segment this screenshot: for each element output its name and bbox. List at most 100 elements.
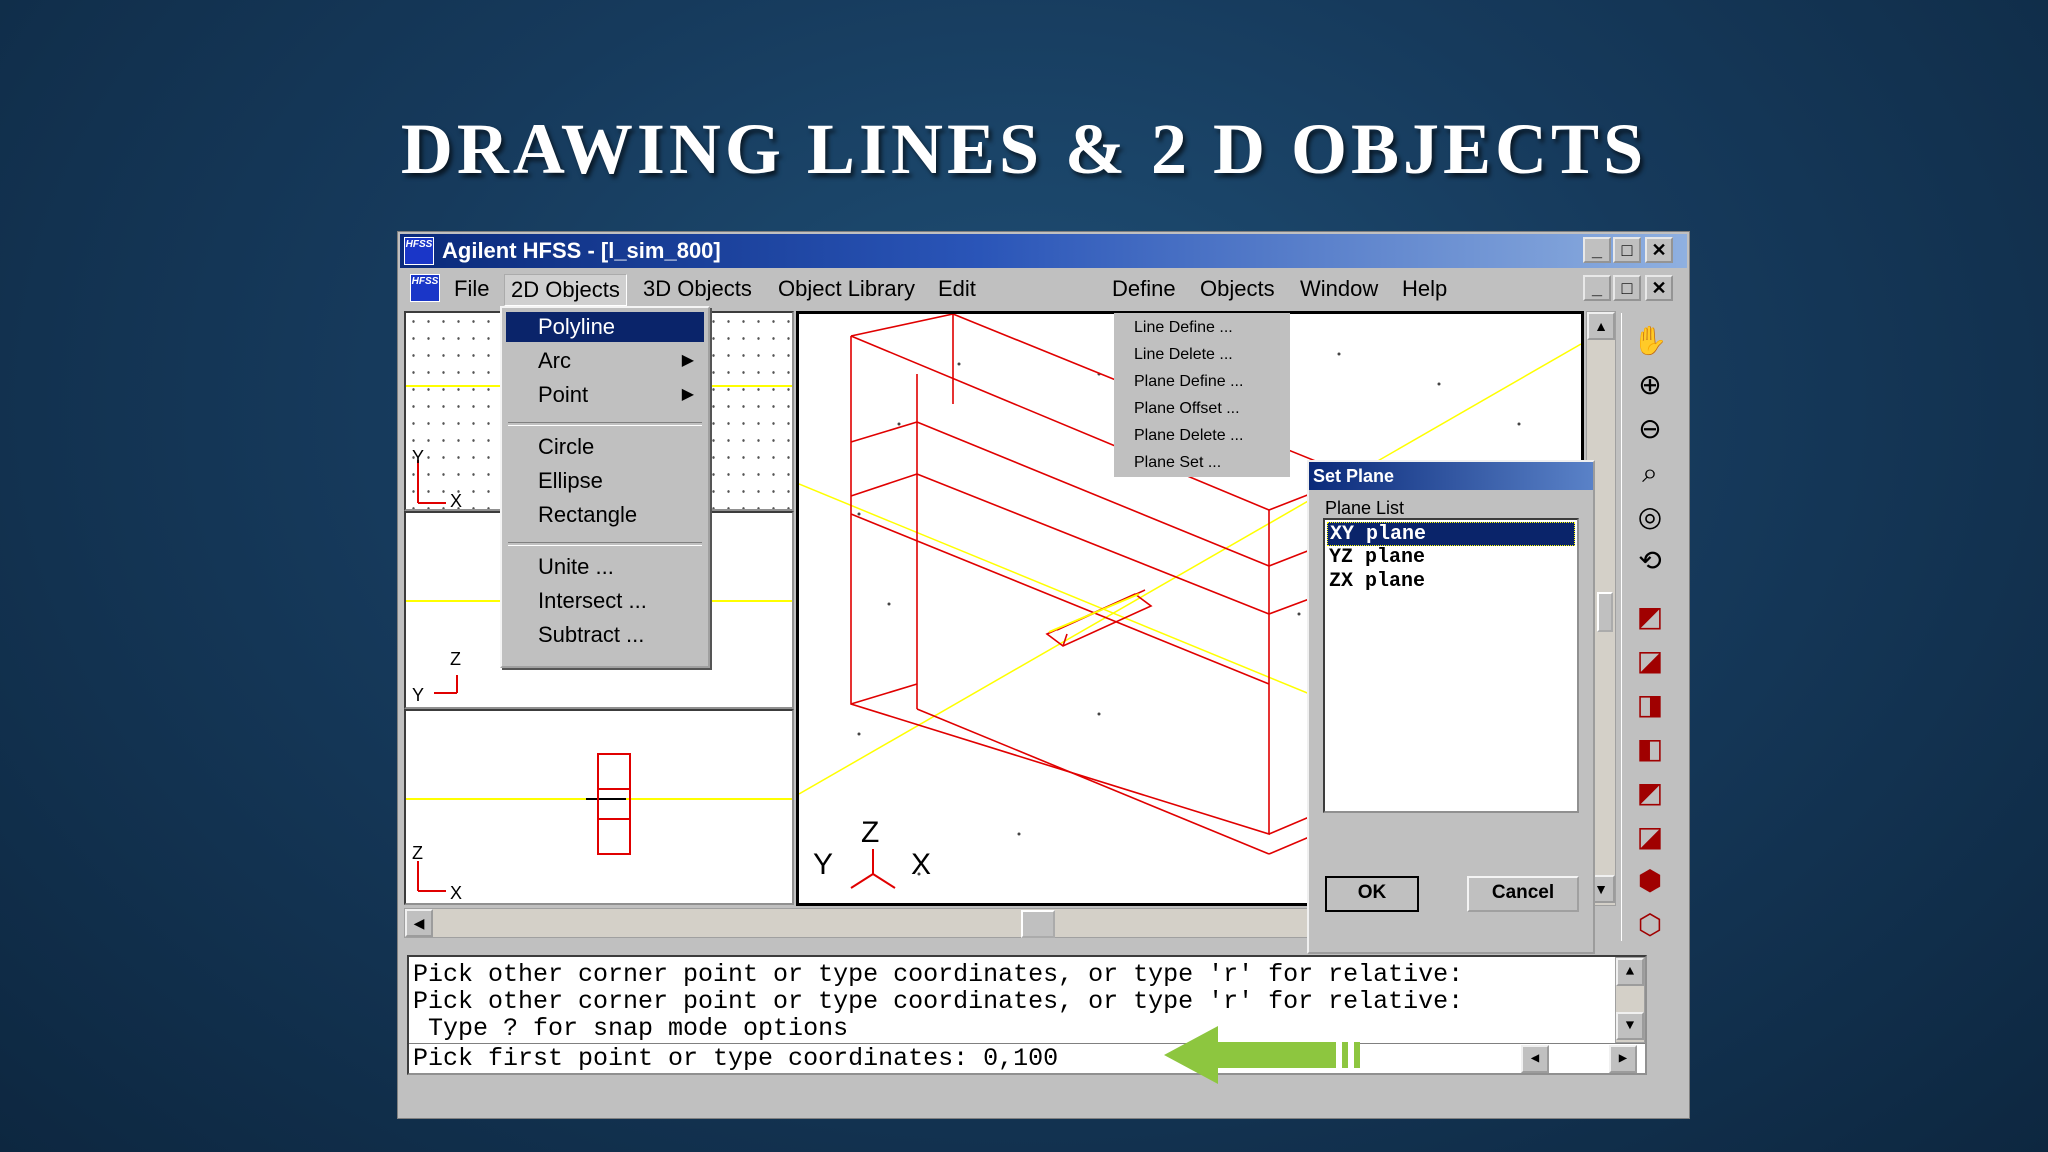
set-plane-dialog: Set Plane Plane List XY plane YZ plane Z…	[1307, 460, 1595, 954]
plane-item-zx[interactable]: ZX plane	[1327, 570, 1575, 594]
view-iso-icon[interactable]: ◧	[1632, 731, 1668, 767]
hand-icon[interactable]: ✋	[1632, 323, 1668, 359]
cancel-button[interactable]: Cancel	[1467, 876, 1579, 912]
menubar: HFSS File 2D Objects 3D Objects Object L…	[400, 270, 1687, 306]
submenu-arrow-icon: ▶	[681, 352, 694, 369]
menu-item-subtract[interactable]: Subtract ...	[506, 620, 704, 650]
console-scrollbar[interactable]: ▲ ▼	[1615, 957, 1645, 1043]
plane-listbox[interactable]: XY plane YZ plane ZX plane	[1323, 518, 1579, 813]
iso-axis-z: Z	[861, 816, 880, 849]
menu-object-library[interactable]: Object Library	[772, 274, 921, 304]
menu-item-label: Intersect ...	[538, 588, 647, 613]
plane-item-xy[interactable]: XY plane	[1327, 522, 1575, 546]
console-line: Type ? for snap mode options	[413, 1014, 849, 1043]
iso-axis-x: X	[911, 848, 932, 881]
child-minimize-button[interactable]: _	[1583, 275, 1611, 301]
h-scroll-thumb[interactable]	[1021, 910, 1055, 938]
close-button[interactable]: ✕	[1645, 237, 1673, 263]
console-line: Pick other corner point or type coordina…	[413, 960, 1464, 989]
menu-define-dropdown: Line Define ... Line Delete ... Plane De…	[1114, 313, 1290, 477]
menu-item-plane-define[interactable]: Plane Define ...	[1134, 369, 1243, 395]
iso-axis-y: Y	[813, 848, 834, 881]
menu-window[interactable]: Window	[1294, 274, 1384, 304]
top-view-axis-y: Y	[412, 447, 425, 467]
view-side-icon[interactable]: ◨	[1632, 687, 1668, 723]
child-logo-icon: HFSS	[410, 274, 440, 302]
dialog-title[interactable]: Set Plane	[1309, 462, 1593, 490]
front-view-axis-z: Z	[412, 843, 423, 863]
ok-button[interactable]: OK	[1325, 876, 1419, 912]
zoom-out-icon[interactable]: ⊖	[1632, 411, 1668, 447]
front-view-drawing	[406, 753, 792, 892]
console-prompt[interactable]: Pick first point or type coordinates: 0,…	[413, 1045, 1058, 1072]
menu-item-arc[interactable]: Arc ▶	[506, 346, 704, 376]
top-view-axis-x: X	[450, 491, 463, 511]
menu-help[interactable]: Help	[1396, 274, 1453, 304]
menu-objects[interactable]: Objects	[1194, 274, 1281, 304]
menu-define[interactable]: Define	[1106, 274, 1182, 304]
menu-item-rectangle[interactable]: Rectangle	[506, 500, 704, 530]
menu-file[interactable]: File	[448, 274, 495, 304]
zoom-window-icon[interactable]: ⌕	[1632, 455, 1668, 491]
zoom-fit-icon[interactable]: ◎	[1632, 499, 1668, 535]
menu-separator	[508, 422, 702, 426]
menu-item-label: Point	[538, 382, 589, 407]
side-view-axis-y: Y	[412, 685, 425, 705]
prompt-scroll-left-icon[interactable]: ◀	[1521, 1045, 1549, 1073]
menu-item-label: Ellipse	[538, 468, 603, 493]
plane-list-label: Plane List	[1325, 498, 1405, 518]
menu-item-label: Polyline	[538, 314, 616, 339]
console-scroll-down-icon[interactable]: ▼	[1616, 1012, 1644, 1040]
view-toolbar: ✋ ⊕ ⊖ ⌕ ◎ ⟲ ◩ ◪ ◨ ◧ ◩ ◪ ⬢ ⬡	[1621, 313, 1678, 941]
menu-3d-objects[interactable]: 3D Objects	[637, 274, 758, 304]
submenu-arrow-icon: ▶	[681, 386, 694, 403]
view-top-icon[interactable]: ◩	[1632, 599, 1668, 635]
menu-2d-objects[interactable]: 2D Objects	[504, 274, 627, 306]
menu-item-plane-delete[interactable]: Plane Delete ...	[1134, 423, 1243, 449]
console-line: Pick other corner point or type coordina…	[413, 987, 1464, 1016]
view-back-icon[interactable]: ◩	[1632, 775, 1668, 811]
menu-item-line-define[interactable]: Line Define ...	[1134, 315, 1233, 341]
rotate-icon[interactable]: ⟲	[1632, 543, 1668, 579]
slide-title: Drawing Lines & 2 D Objects	[400, 109, 1648, 189]
front-view-axis-x: X	[450, 883, 463, 903]
scroll-up-arrow-icon[interactable]: ▲	[1587, 312, 1615, 340]
window-titlebar[interactable]: HFSS Agilent HFSS - [l_sim_800] _ □ ✕	[400, 234, 1687, 268]
menu-separator	[508, 542, 702, 546]
menu-item-polyline[interactable]: Polyline	[506, 312, 704, 342]
menu-item-label: Circle	[538, 434, 595, 459]
console-scroll-up-icon[interactable]: ▲	[1616, 958, 1644, 986]
menu-item-plane-set[interactable]: Plane Set ...	[1134, 450, 1221, 476]
side-view-axis-z: Z	[450, 649, 461, 669]
child-restore-button[interactable]: □	[1613, 275, 1641, 301]
view-left-icon[interactable]: ⬢	[1632, 863, 1668, 899]
menu-item-ellipse[interactable]: Ellipse	[506, 466, 704, 496]
view-front-icon[interactable]: ◪	[1632, 643, 1668, 679]
menu-item-label: Arc	[538, 348, 571, 373]
view-3d-icon[interactable]: ⬡	[1632, 907, 1668, 943]
menu-item-plane-offset[interactable]: Plane Offset ...	[1134, 396, 1240, 422]
minimize-button[interactable]: _	[1583, 237, 1611, 263]
app-logo-icon: HFSS	[404, 237, 434, 265]
menu-item-circle[interactable]: Circle	[506, 432, 704, 462]
zoom-in-icon[interactable]: ⊕	[1632, 367, 1668, 403]
plane-item-yz[interactable]: YZ plane	[1327, 546, 1575, 570]
prompt-scroll-right-icon[interactable]: ▶	[1609, 1045, 1637, 1073]
menu-item-intersect[interactable]: Intersect ...	[506, 586, 704, 616]
menu-item-unite[interactable]: Unite ...	[506, 552, 704, 582]
command-console[interactable]: Pick other corner point or type coordina…	[407, 955, 1647, 1075]
maximize-button[interactable]: □	[1613, 237, 1641, 263]
menu-2d-objects-dropdown: Polyline Arc ▶ Point ▶ Circle Ellipse Rect…	[500, 306, 710, 668]
annotation-arrow-icon	[1164, 1026, 1360, 1084]
scroll-left-arrow-icon[interactable]: ◀	[405, 909, 433, 937]
child-close-button[interactable]: ✕	[1645, 275, 1673, 301]
window-title: Agilent HFSS - [l_sim_800]	[442, 238, 721, 263]
menu-item-point[interactable]: Point ▶	[506, 380, 704, 410]
menu-item-label: Subtract ...	[538, 622, 645, 647]
menu-edit[interactable]: Edit	[932, 274, 982, 304]
menu-item-line-delete[interactable]: Line Delete ...	[1134, 342, 1233, 368]
view-bottom-icon[interactable]: ◪	[1632, 819, 1668, 855]
front-view-pane[interactable]: Z X	[404, 709, 794, 905]
scroll-thumb[interactable]	[1597, 592, 1613, 632]
menu-item-label: Unite ...	[538, 554, 614, 579]
